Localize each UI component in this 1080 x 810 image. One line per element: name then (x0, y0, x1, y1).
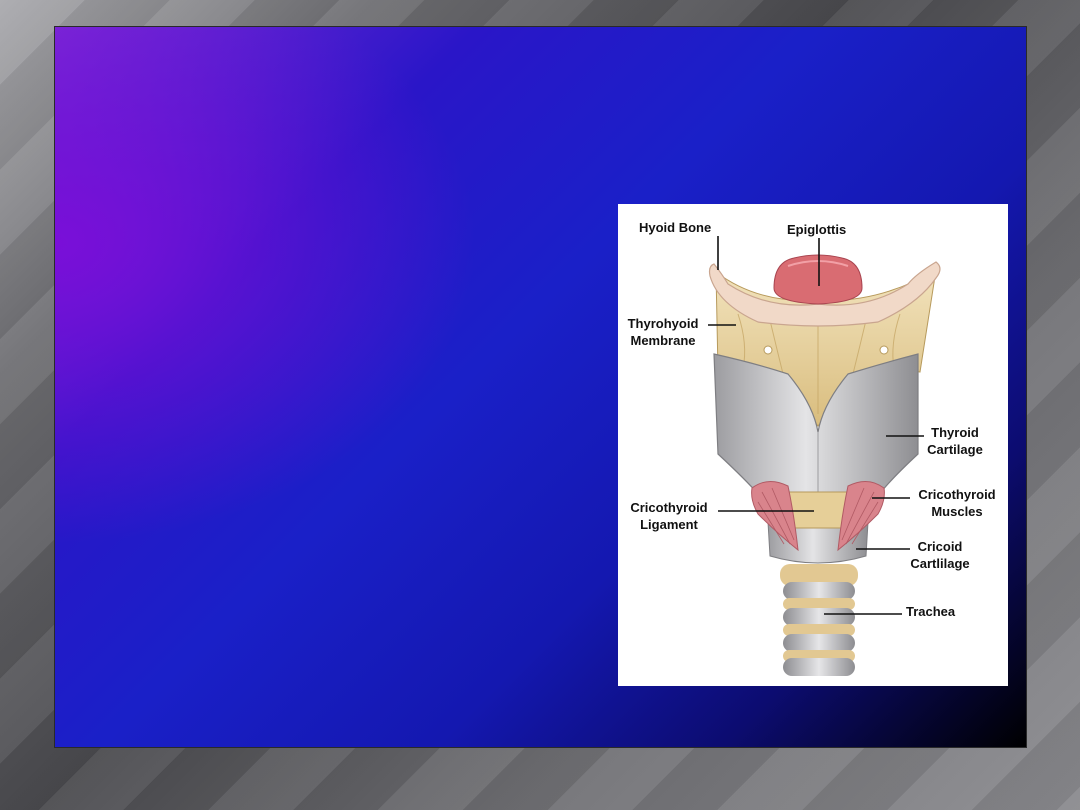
label-cricoid-line2: Cartlilage (910, 556, 970, 571)
label-cricothyroid-muscles: Cricothyroid Muscles (911, 486, 1003, 520)
label-hyoid-bone: Hyoid Bone (639, 220, 712, 235)
trachea-rings (780, 564, 858, 676)
label-cricoid-line1: Cricoid (917, 539, 963, 554)
larynx-diagram: Hyoid Bone Epiglottis Thyrohyoid Membran… (618, 204, 1008, 686)
label-thyroid-line2: Cartilage (927, 442, 983, 457)
slide: Hyoid Bone Epiglottis Thyrohyoid Membran… (54, 26, 1027, 748)
label-thyrohyoid-line2: Membrane (630, 333, 696, 348)
label-thyrohyoid-membrane: Thyrohyoid Membrane (621, 315, 705, 349)
label-cricothyroid-mus-line2: Muscles (931, 504, 983, 519)
label-thyroid-line1: Thyroid (931, 425, 979, 440)
label-thyroid-cartilage: Thyroid Cartilage (920, 424, 990, 458)
label-cricothyroid-lig-line2: Ligament (640, 517, 698, 532)
label-cricothyroid-lig-line1: Cricothyroid (630, 500, 708, 515)
label-thyrohyoid-line1: Thyrohyoid (627, 316, 699, 331)
label-trachea: Trachea (906, 604, 956, 619)
label-cricoid-cartilage: Cricoid Cartlilage (902, 538, 978, 572)
label-cricothyroid-ligament: Cricothyroid Ligament (623, 499, 715, 533)
label-epiglottis: Epiglottis (787, 222, 847, 237)
label-cricothyroid-mus-line1: Cricothyroid (918, 487, 996, 502)
